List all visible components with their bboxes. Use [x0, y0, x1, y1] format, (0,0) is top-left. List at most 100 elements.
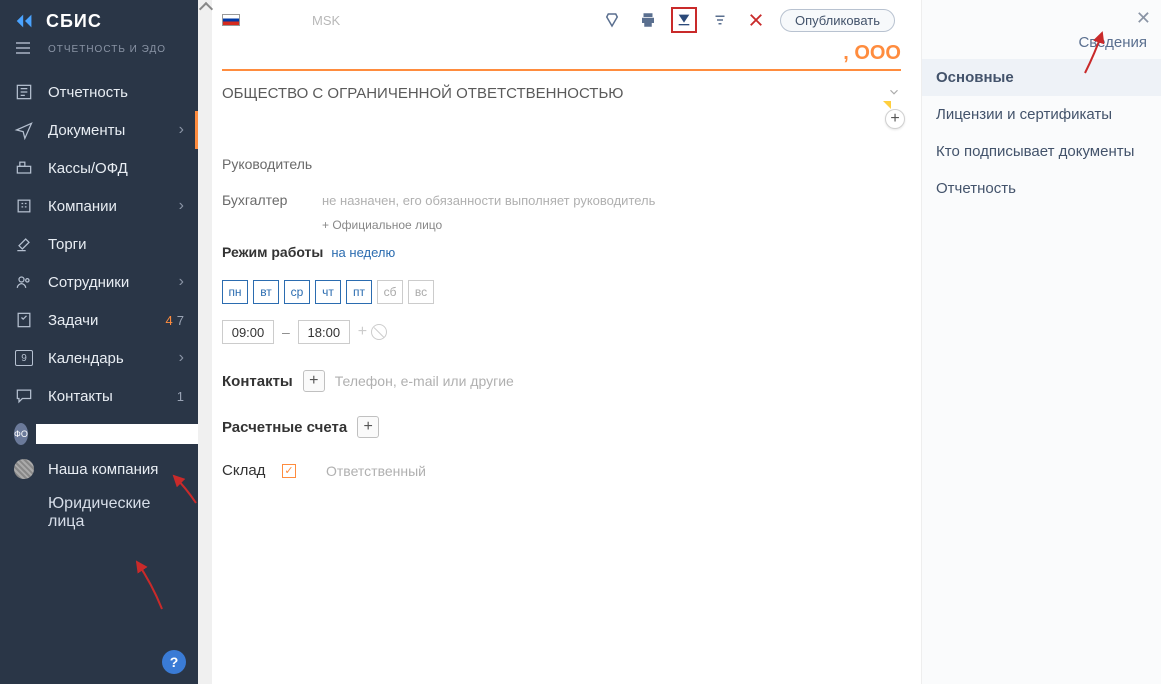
time-extra-controls[interactable]: +	[358, 323, 387, 341]
field-label: Бухгалтер	[222, 192, 322, 208]
publish-button[interactable]: Опубликовать	[780, 9, 895, 32]
main-area: MSK Опубликовать , ООО ОБЩЕСТВО С ОГРАНИ…	[198, 0, 1161, 684]
delete-icon[interactable]	[743, 7, 769, 33]
help-button[interactable]: ?	[162, 650, 186, 674]
menu-icon[interactable]	[16, 42, 30, 54]
day-sat[interactable]: сб	[377, 280, 403, 304]
day-tue[interactable]: вт	[253, 280, 279, 304]
sidebar-item-employees[interactable]: Сотрудники ›	[0, 263, 198, 301]
content: MSK Опубликовать , ООО ОБЩЕСТВО С ОГРАНИ…	[212, 0, 911, 684]
building-icon	[14, 197, 34, 215]
avatar[interactable]: ФО	[14, 423, 28, 445]
time-from[interactable]: 09:00	[222, 320, 274, 344]
field-head: Руководитель	[222, 146, 901, 182]
sidebar-item-label: Сотрудники	[48, 274, 179, 291]
sidebar-item-label: Документы	[48, 122, 179, 139]
sidebar-item-tasks[interactable]: Задачи 47	[0, 301, 198, 339]
sidebar-item-label: Торги	[48, 236, 184, 253]
stock-checkbox[interactable]: ✓	[282, 464, 296, 478]
sidebar-item-reports[interactable]: Отчетность	[0, 73, 198, 111]
chevron-down-icon[interactable]	[887, 85, 901, 102]
add-contact-button[interactable]: +	[303, 370, 325, 392]
sidebar-nav: Отчетность Документы › Кассы/ОФД Компани…	[0, 65, 198, 541]
day-sun[interactable]: вс	[408, 280, 434, 304]
field-value: не назначен, его обязанности выполняет р…	[322, 193, 655, 208]
day-fri[interactable]: пт	[346, 280, 372, 304]
annotation-arrow	[122, 554, 182, 614]
field-accountant: Бухгалтер не назначен, его обязанности в…	[222, 182, 901, 218]
section-label: Контакты	[222, 373, 293, 390]
sidebar-item-label: Задачи	[48, 312, 166, 329]
sidebar-item-our-company[interactable]: Наша компания	[0, 453, 198, 485]
scrollbar[interactable]	[198, 0, 212, 684]
no-break-icon	[371, 324, 387, 340]
section-contacts: Контакты + Телефон, e-mail или другие	[222, 358, 901, 404]
field-schedule: Режим работы на неделю	[222, 240, 901, 270]
app-subtitle: ОТЧЕТНОСТЬ И ЭДО	[0, 38, 198, 65]
field-label: Режим работы	[222, 244, 323, 260]
days-row: пн вт ср чт пт сб вс	[222, 270, 901, 314]
gavel-icon	[14, 235, 34, 253]
stamp-icon[interactable]	[599, 7, 625, 33]
rp-item-reports[interactable]: Отчетность	[922, 170, 1161, 207]
rp-item-main[interactable]: Основные	[922, 59, 1161, 96]
day-wed[interactable]: ср	[284, 280, 310, 304]
sidebar-user-row: ФО	[0, 415, 198, 453]
sidebar-item-label: Компании	[48, 198, 179, 215]
region-input[interactable]	[246, 11, 306, 29]
rp-item-signers[interactable]: Кто подписывает документы	[922, 133, 1161, 170]
add-button[interactable]: +	[885, 109, 905, 129]
user-search-input[interactable]	[36, 424, 213, 444]
add-account-button[interactable]: +	[357, 416, 379, 438]
print-icon[interactable]	[635, 7, 661, 33]
tasks-count: 47	[166, 313, 184, 328]
app-subtitle-text: ОТЧЕТНОСТЬ И ЭДО	[48, 44, 166, 55]
timezone-label: MSK	[312, 13, 340, 28]
export-icon[interactable]	[671, 7, 697, 33]
field-label: Руководитель	[222, 156, 322, 172]
sidebar-item-documents[interactable]: Документы ›	[0, 111, 198, 149]
rp-item-licenses[interactable]: Лицензии и сертификаты	[922, 96, 1161, 133]
day-mon[interactable]: пн	[222, 280, 248, 304]
time-row: 09:00 – 18:00 +	[222, 314, 901, 358]
cash-register-icon	[14, 159, 34, 177]
company-title-row: , ООО	[222, 36, 901, 71]
sidebar-item-label: Кассы/ОФД	[48, 160, 184, 177]
contacts-placeholder: Телефон, e-mail или другие	[335, 373, 514, 389]
sidebar-item-label: Наша компания	[48, 461, 184, 478]
toolbar: MSK Опубликовать	[222, 0, 901, 36]
sidebar: СБИС ОТЧЕТНОСТЬ И ЭДО Отчетность Докумен…	[0, 0, 198, 684]
section-accounts: Расчетные счета +	[222, 404, 901, 450]
sidebar-item-cash[interactable]: Кассы/ОФД	[0, 149, 198, 187]
chevron-right-icon: ›	[179, 349, 184, 367]
close-icon[interactable]: ✕	[1136, 8, 1151, 29]
section-label: Склад	[222, 462, 272, 479]
schedule-link[interactable]: на неделю	[331, 245, 395, 260]
company-icon	[14, 459, 34, 479]
company-suffix: , ООО	[843, 42, 901, 65]
sidebar-item-calendar[interactable]: 9 Календарь ›	[0, 339, 198, 377]
filter-icon[interactable]	[707, 7, 733, 33]
section-label: Расчетные счета	[222, 419, 347, 436]
sidebar-item-companies[interactable]: Компании ›	[0, 187, 198, 225]
tasks-icon	[14, 311, 34, 329]
reports-icon	[14, 83, 34, 101]
time-to[interactable]: 18:00	[298, 320, 350, 344]
sidebar-item-contacts[interactable]: Контакты 1	[0, 377, 198, 415]
flag-icon	[222, 14, 240, 26]
app-logo-icon	[14, 10, 36, 32]
add-official-link[interactable]: Официальное лицо	[322, 218, 901, 240]
sidebar-item-tenders[interactable]: Торги	[0, 225, 198, 263]
right-panel-title: Сведения	[922, 0, 1161, 59]
calendar-icon: 9	[14, 349, 34, 367]
sidebar-item-label: Контакты	[48, 388, 177, 405]
users-icon	[14, 273, 34, 291]
day-thu[interactable]: чт	[315, 280, 341, 304]
section-stock: Склад ✓ Ответственный	[222, 450, 901, 491]
sidebar-subitem-legal[interactable]: Юридические лица	[0, 485, 198, 541]
right-panel: ✕ Сведения Основные Лицензии и сертифика…	[921, 0, 1161, 684]
chat-icon	[14, 387, 34, 405]
org-type-label: ОБЩЕСТВО С ОГРАНИЧЕННОЙ ОТВЕТСТВЕННОСТЬЮ	[222, 85, 623, 102]
chevron-right-icon: ›	[179, 273, 184, 291]
app-name: СБИС	[46, 11, 102, 32]
